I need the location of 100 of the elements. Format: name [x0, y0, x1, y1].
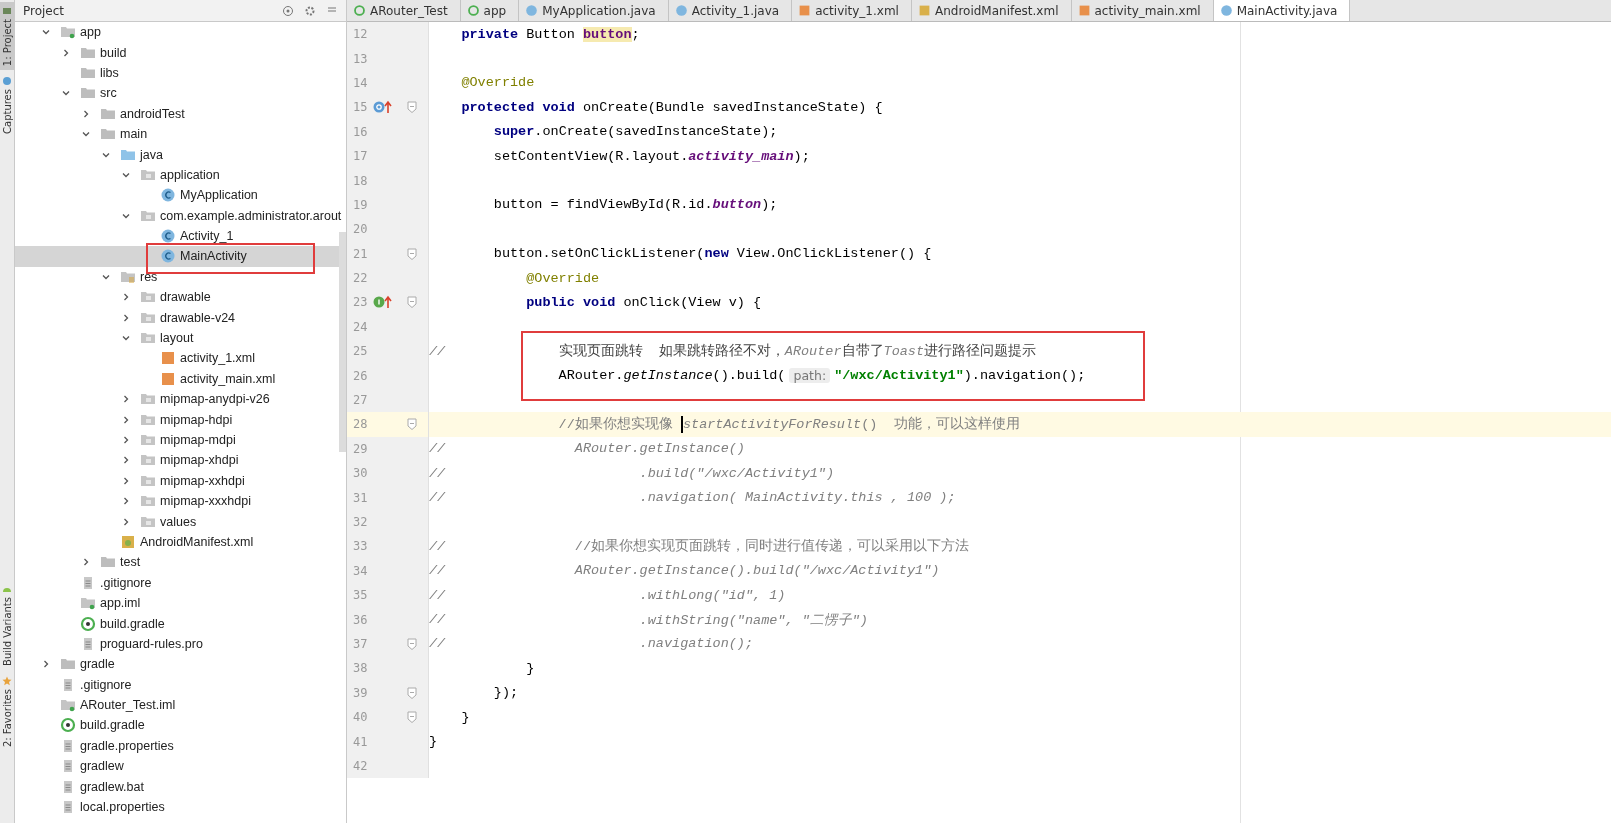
tree-item[interactable]: androidTest	[120, 106, 185, 121]
scrollbar-thumb[interactable]	[339, 232, 346, 452]
editor-tab[interactable]: activity_1.xml	[792, 0, 912, 21]
tree-item[interactable]: mipmap-mdpi	[160, 433, 236, 447]
tree-item[interactable]: build.gradle	[80, 718, 145, 733]
tree-item[interactable]: values	[160, 514, 197, 529]
line-number: 15	[353, 100, 369, 115]
chevron-right-icon[interactable]	[61, 47, 71, 58]
override-marker-icon[interactable]	[373, 100, 393, 115]
tree-item[interactable]: test	[120, 555, 141, 570]
editor-tab[interactable]: app	[460, 0, 520, 21]
tree-item[interactable]: build.gradle	[100, 616, 165, 631]
tree-item[interactable]: layout	[160, 331, 194, 346]
tree-item[interactable]: MyApplication	[180, 188, 258, 203]
settings-icon[interactable]	[304, 4, 316, 17]
tree-item[interactable]: proguard-rules.pro	[100, 636, 203, 651]
chevron-right-icon[interactable]	[121, 496, 131, 507]
line-number: 20	[353, 222, 369, 237]
editor-tab[interactable]: AndroidManifest.xml	[911, 0, 1072, 21]
tree-item[interactable]: com.example.administrator.arout	[160, 208, 342, 223]
tree-item[interactable]: application	[160, 167, 220, 182]
chevron-right-icon[interactable]	[121, 394, 131, 405]
chevron-right-icon[interactable]	[81, 557, 91, 568]
tree-item[interactable]: Activity_1	[180, 229, 234, 244]
comment-marker: //	[429, 612, 446, 628]
xml-file-icon	[160, 350, 176, 367]
tree-item[interactable]: app.iml	[100, 596, 141, 611]
tree-item[interactable]: mipmap-xhdpi	[160, 453, 239, 468]
editor-tab[interactable]: Activity_1.java	[668, 0, 793, 21]
gradle-icon	[80, 615, 96, 632]
fold-marker-icon[interactable]	[407, 418, 417, 431]
tree-item[interactable]: java	[140, 147, 163, 162]
class-icon	[160, 248, 176, 265]
tree-item[interactable]: drawable	[160, 290, 211, 305]
tool-window-tab[interactable]: Captures	[0, 72, 14, 139]
editor-tab[interactable]: ARouter_Test	[347, 0, 461, 21]
tool-window-tab[interactable]: 1: Project	[0, 2, 14, 71]
tree-item[interactable]: .gitignore	[80, 677, 132, 692]
tree-item[interactable]: build	[100, 45, 127, 60]
line-number: 38	[353, 661, 369, 676]
tree-item[interactable]: gradle	[80, 657, 115, 672]
comment-marker: //	[429, 490, 446, 506]
gradle-icon	[60, 717, 76, 734]
chevron-right-icon[interactable]	[81, 108, 91, 119]
line-number: 23	[353, 295, 369, 310]
code-line: protected void onCreate(Bundle savedInstanceState) {	[460, 99, 883, 115]
line-number: 14	[353, 75, 369, 90]
chevron-right-icon[interactable]	[121, 414, 131, 425]
chevron-right-icon[interactable]	[41, 659, 51, 670]
tree-item[interactable]: MainActivity	[180, 249, 247, 264]
module-folder-icon	[80, 595, 96, 612]
tree-item[interactable]: src	[100, 86, 117, 101]
chevron-right-icon[interactable]	[121, 435, 131, 445]
tree-item[interactable]: gradlew.bat	[80, 779, 144, 794]
fold-marker-icon[interactable]	[407, 296, 417, 309]
tree-item[interactable]: ARouter_Test.iml	[80, 698, 176, 713]
line-number: 39	[353, 685, 369, 700]
tree-item[interactable]: res	[140, 269, 158, 284]
chevron-right-icon[interactable]	[121, 455, 131, 466]
tree-item[interactable]: gradlew	[80, 759, 124, 774]
code-line: button = findViewById(R.id.button);	[492, 197, 778, 213]
fold-marker-icon[interactable]	[407, 711, 417, 724]
line-number: 17	[353, 149, 369, 164]
fold-marker-icon[interactable]	[407, 686, 417, 699]
xml-file-icon	[798, 4, 812, 17]
tree-item[interactable]: mipmap-anydpi-v26	[160, 392, 270, 407]
chevron-right-icon[interactable]	[121, 475, 131, 486]
tool-window-tab[interactable]: Build Variants	[0, 580, 14, 671]
target-icon[interactable]	[282, 4, 294, 17]
tree-item[interactable]: app	[80, 25, 101, 40]
class-icon	[160, 228, 176, 245]
fold-marker-icon[interactable]	[407, 247, 417, 260]
chevron-right-icon[interactable]	[121, 312, 131, 323]
tree-item[interactable]: local.properties	[80, 800, 165, 815]
tool-window-tab[interactable]: 2: Favorites	[0, 672, 14, 752]
tree-item[interactable]: activity_1.xml	[180, 351, 256, 366]
chevron-right-icon[interactable]	[121, 292, 131, 303]
tree-item[interactable]: main	[120, 127, 148, 142]
tree-item[interactable]: libs	[100, 65, 119, 80]
editor-tab[interactable]: MainActivity.java	[1213, 0, 1351, 21]
class-icon	[1219, 4, 1233, 17]
tree-item[interactable]: mipmap-hdpi	[160, 412, 233, 427]
tree-item[interactable]: gradle.properties	[80, 738, 174, 753]
fold-marker-icon[interactable]	[407, 101, 417, 114]
tree-item[interactable]: activity_main.xml	[180, 371, 276, 386]
line-number: 30	[353, 466, 369, 481]
tree-item[interactable]: drawable-v24	[160, 310, 236, 325]
chevron-right-icon[interactable]	[121, 516, 131, 527]
code-line: public void onClick(View v) {	[525, 295, 762, 310]
fold-marker-icon[interactable]	[407, 637, 417, 650]
tree-item[interactable]: AndroidManifest.xml	[140, 534, 254, 549]
tree-item[interactable]: .gitignore	[100, 575, 152, 590]
line-number: 25	[353, 344, 369, 359]
line-number: 21	[353, 246, 369, 261]
xml-file-icon	[160, 370, 176, 387]
editor-tab[interactable]: activity_main.xml	[1071, 0, 1214, 21]
implement-marker-icon[interactable]	[373, 295, 393, 310]
editor-tab[interactable]: MyApplication.java	[519, 0, 669, 21]
tree-item[interactable]: mipmap-xxhdpi	[160, 473, 245, 488]
tree-item[interactable]: mipmap-xxxhdpi	[160, 494, 251, 509]
